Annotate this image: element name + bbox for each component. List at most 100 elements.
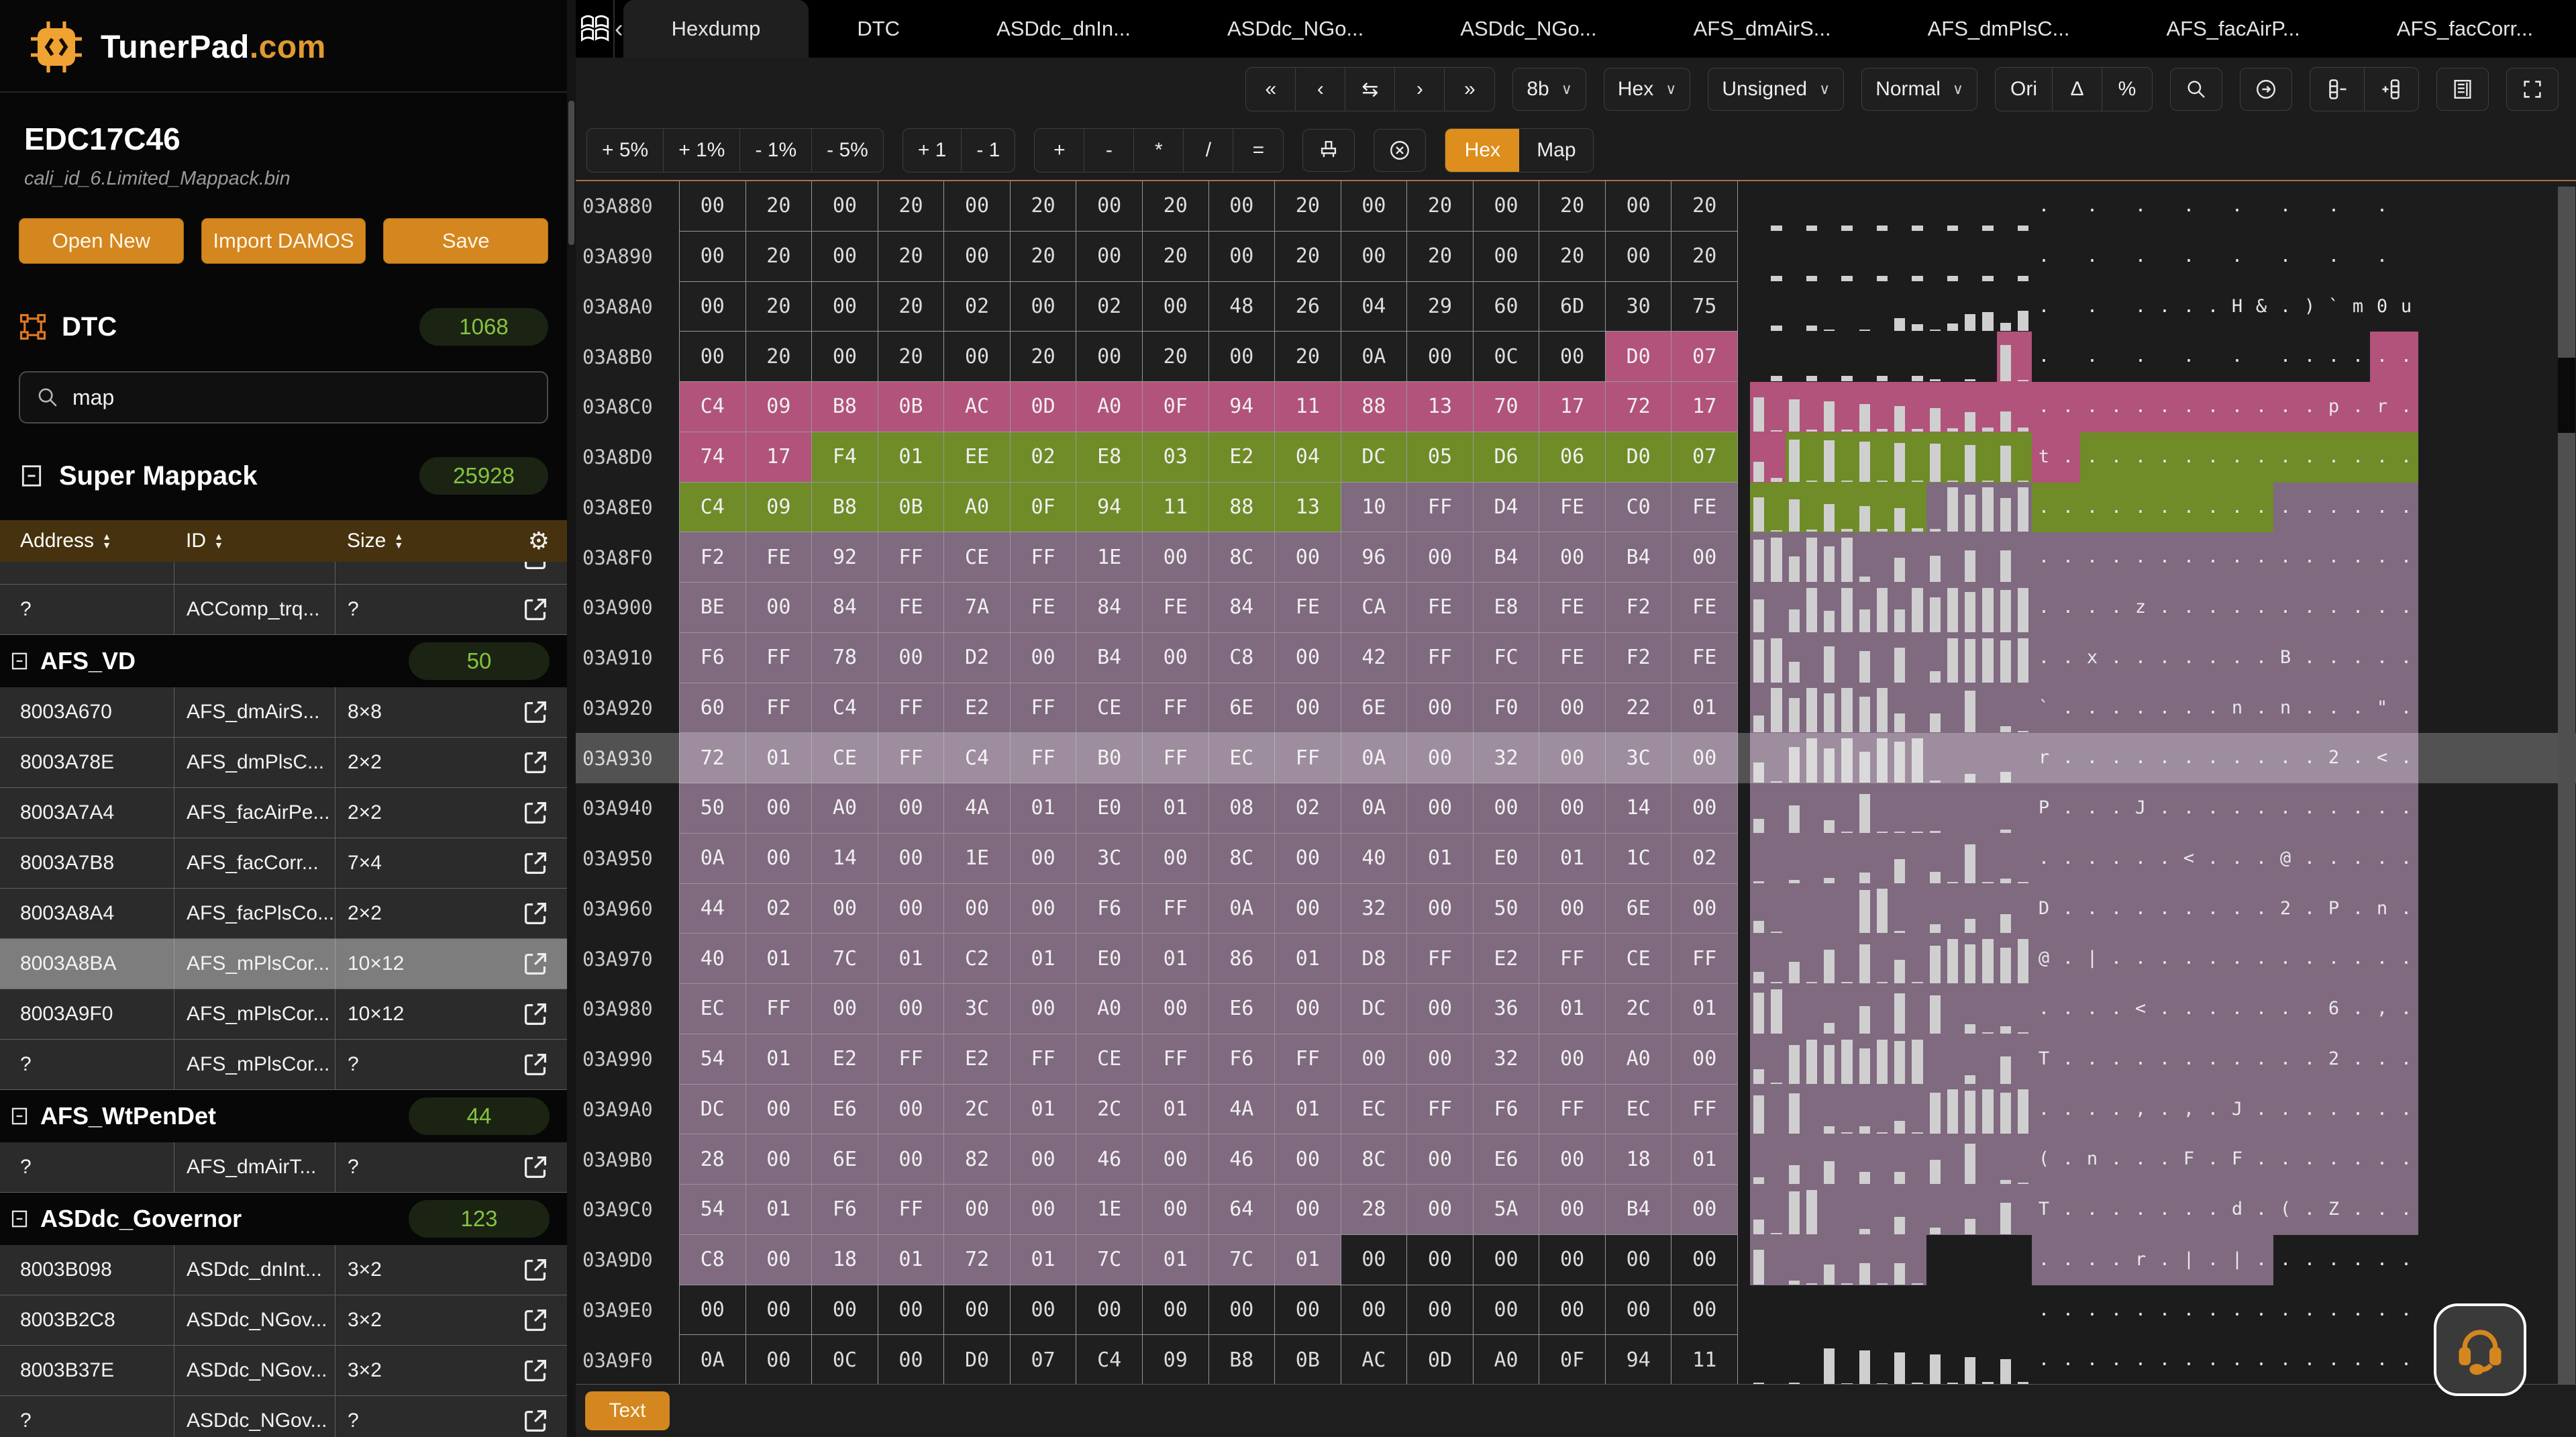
ascii-char-cell[interactable]: . (2177, 633, 2201, 683)
viz-byte-cell[interactable] (1961, 733, 1979, 783)
ascii-char-cell[interactable]: . (2080, 1185, 2104, 1235)
viz-byte-cell[interactable] (1873, 683, 1891, 734)
ascii-char-cell[interactable]: . (2177, 332, 2201, 382)
ascii-char-cell[interactable]: . (2128, 1335, 2153, 1384)
viz-byte-cell[interactable] (1891, 834, 1908, 884)
hex-byte-cell[interactable]: 00 (1407, 984, 1474, 1034)
viz-byte-cell[interactable] (1856, 683, 1873, 734)
viz-byte-cell[interactable] (1838, 1335, 1855, 1384)
ascii-char-cell[interactable] (2153, 232, 2177, 282)
viz-byte-cell[interactable] (1961, 583, 1979, 633)
hex-byte-cell[interactable]: 20 (1011, 332, 1077, 382)
viz-byte-cell[interactable] (1979, 1034, 1996, 1085)
hex-byte-cell[interactable]: 00 (1011, 1134, 1077, 1185)
hex-byte-cell[interactable]: 07 (1671, 332, 1738, 382)
viz-byte-cell[interactable] (1803, 783, 1820, 834)
viz-byte-cell[interactable] (1820, 884, 1838, 934)
hex-byte-cell[interactable]: FF (1407, 483, 1474, 533)
hex-byte-cell[interactable]: 75 (1671, 282, 1738, 332)
hex-byte-cell[interactable]: 01 (878, 1235, 945, 1285)
hex-byte-cell[interactable]: D8 (1341, 934, 1408, 984)
viz-byte-cell[interactable] (1961, 1185, 1979, 1235)
hex-byte-cell[interactable]: 04 (1275, 432, 1341, 483)
viz-byte-cell[interactable] (1803, 834, 1820, 884)
viz-byte-cell[interactable] (2014, 1185, 2032, 1235)
viz-byte-cell[interactable] (2014, 1235, 2032, 1285)
ascii-char-cell[interactable]: . (2346, 834, 2370, 884)
viz-byte-cell[interactable] (1856, 1235, 1873, 1285)
hex-byte-cell[interactable]: 00 (1671, 532, 1738, 583)
ascii-char-cell[interactable]: . (2201, 382, 2225, 432)
ascii-char-cell[interactable] (2153, 181, 2177, 232)
hex-byte-cell[interactable]: 88 (1209, 483, 1276, 533)
viz-byte-cell[interactable] (2014, 332, 2032, 382)
ascii-char-cell[interactable]: . (2128, 1285, 2153, 1336)
ascii-char-cell[interactable]: . (2273, 1085, 2298, 1135)
hex-byte-cell[interactable]: 00 (1407, 884, 1474, 934)
viz-byte-cell[interactable] (2014, 532, 2032, 583)
viz-byte-cell[interactable] (1750, 1285, 1767, 1336)
ascii-char-cell[interactable]: . (2298, 834, 2322, 884)
hex-byte-cell[interactable]: 86 (1209, 934, 1276, 984)
hex-byte-cell[interactable]: 92 (812, 532, 878, 583)
viz-byte-cell[interactable] (1908, 884, 1926, 934)
viz-byte-cell[interactable] (1750, 1134, 1767, 1185)
viz-byte-cell[interactable] (1767, 1285, 1785, 1336)
viz-byte-cell[interactable] (1820, 1185, 1838, 1235)
minus-5-percent-button[interactable]: - 5% (812, 129, 883, 172)
ascii-char-cell[interactable]: . (2322, 1134, 2346, 1185)
viz-byte-cell[interactable] (1926, 483, 1944, 533)
hex-byte-cell[interactable]: 00 (1143, 1134, 1209, 1185)
hex-byte-cell[interactable]: FF (1671, 1085, 1738, 1135)
viz-byte-cell[interactable] (1979, 1085, 1996, 1135)
ascii-char-cell[interactable]: . (2249, 1235, 2273, 1285)
address-column-header[interactable]: Address▲▼ (0, 530, 174, 552)
hex-byte-cell[interactable]: FF (746, 683, 813, 734)
ascii-char-cell[interactable]: . (2153, 633, 2177, 683)
ascii-char-cell[interactable]: . (2273, 483, 2298, 533)
ascii-char-cell[interactable]: . (2249, 483, 2273, 533)
hex-byte-cell[interactable]: A0 (1474, 1335, 1540, 1384)
ascii-char-cell[interactable]: . (2032, 532, 2056, 583)
viz-byte-cell[interactable] (1856, 783, 1873, 834)
ascii-char-cell[interactable]: . (2394, 432, 2418, 483)
mappack-section[interactable]: Super Mappack 25928 (0, 457, 567, 495)
hex-byte-cell[interactable]: 3C (1076, 834, 1143, 884)
hex-byte-cell[interactable]: CE (1076, 1034, 1143, 1085)
hex-byte-cell[interactable]: E0 (1076, 783, 1143, 834)
hex-byte-cell[interactable]: CE (1606, 934, 1672, 984)
ascii-char-cell[interactable]: . (2104, 432, 2128, 483)
add-column-button[interactable] (2365, 68, 2418, 111)
viz-byte-cell[interactable] (1750, 733, 1767, 783)
hex-byte-cell[interactable]: 64 (1209, 1185, 1276, 1235)
hex-byte-cell[interactable]: FF (878, 733, 945, 783)
ascii-char-cell[interactable]: . (2249, 382, 2273, 432)
ascii-char-cell[interactable]: . (2394, 884, 2418, 934)
hex-byte-cell[interactable]: 00 (1341, 1285, 1408, 1336)
ascii-char-cell[interactable]: . (2370, 934, 2394, 984)
viz-byte-cell[interactable] (1997, 783, 2014, 834)
ascii-char-cell[interactable]: r (2128, 1235, 2153, 1285)
viz-byte-cell[interactable] (1767, 382, 1785, 432)
viz-byte-cell[interactable] (1803, 1285, 1820, 1336)
viz-byte-cell[interactable] (1891, 382, 1908, 432)
hex-byte-cell[interactable]: 01 (1011, 1235, 1077, 1285)
open-map-icon[interactable] (520, 697, 551, 728)
hex-byte-cell[interactable]: E6 (1474, 1134, 1540, 1185)
hex-byte-cell[interactable]: 0A (1341, 783, 1408, 834)
viz-byte-cell[interactable] (1856, 282, 1873, 332)
viz-byte-cell[interactable] (1873, 532, 1891, 583)
viz-byte-cell[interactable] (1873, 984, 1891, 1034)
viz-byte-cell[interactable] (1856, 733, 1873, 783)
ascii-char-cell[interactable] (2056, 332, 2080, 382)
viz-byte-cell[interactable] (1786, 1285, 1803, 1336)
ascii-char-cell[interactable]: . (2080, 432, 2104, 483)
ascii-char-cell[interactable]: . (2153, 282, 2177, 332)
hex-byte-cell[interactable]: 32 (1474, 733, 1540, 783)
ascii-char-cell[interactable]: . (2273, 1335, 2298, 1384)
viz-byte-cell[interactable] (1873, 1185, 1891, 1235)
ascii-char-cell[interactable]: J (2225, 1085, 2249, 1135)
hex-byte-cell[interactable]: 01 (1407, 834, 1474, 884)
hex-byte-cell[interactable]: 70 (1474, 382, 1540, 432)
ascii-char-cell[interactable] (2104, 181, 2128, 232)
